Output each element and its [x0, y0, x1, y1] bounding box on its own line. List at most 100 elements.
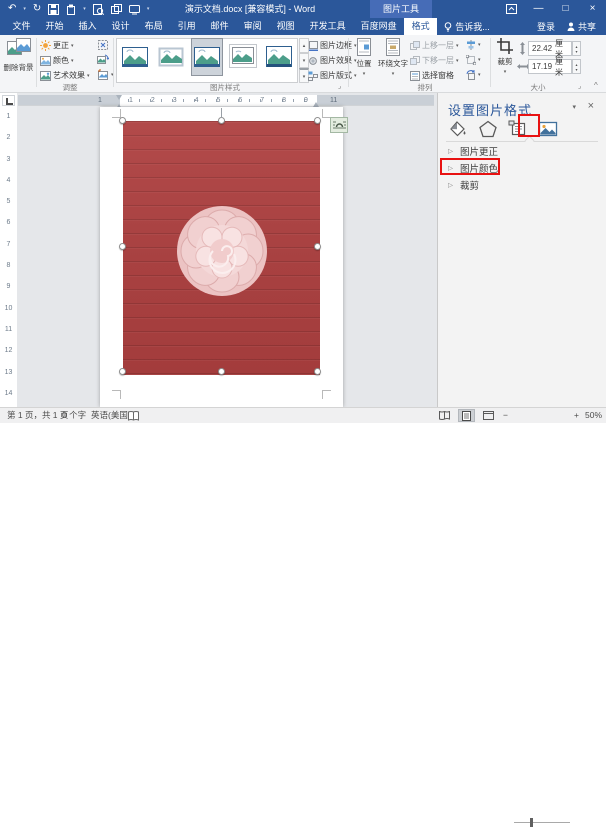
corrections-button[interactable]: 更正 ▾ — [40, 40, 74, 51]
picture-styles-dialog-launcher[interactable]: ⌟ — [338, 82, 341, 90]
zoom-slider-thumb[interactable] — [530, 818, 533, 827]
wrap-text-button[interactable]: 环绕文字 ▾ — [378, 38, 408, 77]
stamp-dropdown-icon[interactable]: ▾ — [83, 6, 86, 12]
print-preview-icon[interactable] — [92, 3, 104, 15]
hruler-num-0: 1 — [129, 97, 133, 104]
proofing-status-icon[interactable] — [128, 411, 139, 421]
word-count[interactable]: 0 个字 — [62, 408, 86, 423]
close-button[interactable]: × — [579, 0, 606, 18]
share-button[interactable]: 共享 — [567, 20, 596, 33]
artistic-effects-caret-icon: ▾ — [87, 72, 90, 79]
ribbon-tab-bar: 文件 开始 插入 设计 布局 引用 邮件 审阅 视图 开发工具 百度网盘 格式 告诉我... 登录 共… — [0, 18, 606, 35]
remove-background-button[interactable]: 删除背景 — [3, 38, 34, 73]
print-layout-button[interactable] — [458, 409, 475, 422]
zoom-level[interactable]: 50% — [585, 408, 602, 423]
resize-handle-middle-left[interactable] — [119, 243, 126, 250]
send-backward-button[interactable]: 下移一层 ▾ — [410, 55, 459, 66]
picture-layout-button[interactable]: 图片版式 ▾ — [308, 70, 357, 81]
selected-picture[interactable] — [119, 117, 321, 375]
remove-background-label: 删除背景 — [3, 63, 34, 72]
resize-handle-middle-right[interactable] — [314, 243, 321, 250]
picture-style-thumbnail-4[interactable] — [228, 39, 258, 75]
bring-forward-button[interactable]: 上移一层 ▾ — [410, 40, 459, 51]
tab-2[interactable]: 插入 — [71, 18, 104, 35]
collapse-ribbon-button[interactable]: ^ — [594, 81, 598, 90]
tab-8[interactable]: 视图 — [269, 18, 302, 35]
picture-style-thumbnail-1[interactable] — [120, 39, 150, 75]
resize-handle-top-left[interactable] — [119, 117, 126, 124]
tab-5[interactable]: 引用 — [170, 18, 203, 35]
fill-line-category-button[interactable] — [446, 118, 470, 139]
picture-style-thumbnail-5[interactable] — [264, 39, 294, 75]
pane-options-caret-icon[interactable]: ▾ — [572, 103, 576, 111]
group-objects-button[interactable]: ▾ — [466, 55, 481, 65]
section-picture-corrections[interactable]: ▷ 图片更正 — [448, 144, 498, 158]
size-dialog-launcher[interactable]: ⌟ — [578, 82, 581, 90]
picture-style-thumbnail-2[interactable] — [156, 39, 186, 75]
tell-me-box[interactable]: 告诉我... — [437, 18, 497, 35]
maximize-button[interactable]: □ — [552, 0, 579, 18]
layout-options-button[interactable] — [330, 117, 348, 133]
read-mode-button[interactable] — [436, 409, 453, 422]
section-picture-color[interactable]: ▷ 图片颜色 — [448, 161, 498, 175]
picture-style-thumbnail-3-selected[interactable] — [191, 38, 223, 76]
artistic-effects-icon — [40, 70, 51, 81]
change-picture-button[interactable] — [97, 54, 109, 66]
right-indent-marker[interactable] — [313, 99, 319, 107]
tab-10[interactable]: 百度网盘 — [353, 18, 404, 35]
rotate-objects-button[interactable]: ▾ — [466, 70, 481, 80]
web-layout-button[interactable] — [480, 409, 497, 422]
tab-4[interactable]: 布局 — [137, 18, 170, 35]
width-spinner[interactable]: ▴ ▾ — [572, 59, 581, 74]
tab-selector[interactable] — [2, 95, 15, 106]
layout-properties-category-button[interactable] — [506, 118, 530, 139]
undo-icon[interactable]: ↶ — [8, 0, 16, 18]
zoom-out-button[interactable]: − — [503, 408, 508, 423]
language-indicator[interactable]: 英语(美国) — [91, 408, 131, 423]
tab-6[interactable]: 邮件 — [203, 18, 236, 35]
resize-handle-bottom-left[interactable] — [119, 368, 126, 375]
picture-effects-button[interactable]: 图片效果 ▾ — [308, 55, 357, 66]
tab-0[interactable]: 文件 — [5, 18, 38, 35]
tab-9[interactable]: 开发工具 — [302, 18, 353, 35]
resize-handle-top-right[interactable] — [314, 117, 321, 124]
zoom-in-button[interactable]: + — [574, 408, 579, 423]
redo-icon[interactable]: ↻ — [33, 0, 41, 18]
ribbon-display-options-button[interactable] — [498, 0, 525, 18]
shape-height-field[interactable]: 22.42 厘米 — [528, 39, 572, 59]
height-spinner[interactable]: ▴ ▾ — [572, 41, 581, 56]
shape-width-field[interactable]: 17.19 厘米 — [528, 57, 572, 77]
position-button[interactable]: 位置 ▾ — [351, 38, 377, 77]
pane-close-icon[interactable]: × — [588, 100, 594, 112]
document-page[interactable] — [100, 107, 343, 407]
page-indicator[interactable]: 第 1 页，共 1 页 — [7, 408, 68, 423]
picture-category-button-selected[interactable] — [536, 118, 560, 139]
effects-category-button[interactable] — [476, 118, 500, 139]
picture-border-button[interactable]: 图片边框 ▾ — [308, 40, 357, 51]
reset-picture-button[interactable]: ▾ — [97, 69, 114, 81]
tab-1[interactable]: 开始 — [38, 18, 71, 35]
touch-mode-icon[interactable] — [128, 4, 140, 15]
tab-11[interactable]: 格式 — [404, 18, 438, 35]
undo-dropdown-icon[interactable]: ▾ — [23, 6, 26, 12]
color-button[interactable]: 颜色 ▾ — [40, 55, 74, 66]
stamp-icon[interactable] — [66, 4, 76, 15]
switch-windows-icon[interactable] — [110, 3, 122, 15]
align-button[interactable]: ▾ — [466, 40, 481, 50]
resize-handle-bottom-right[interactable] — [314, 368, 321, 375]
artistic-effects-button[interactable]: 艺术效果 ▾ — [40, 70, 90, 81]
selection-pane-button[interactable]: 选择窗格 — [410, 70, 454, 81]
minimize-button[interactable]: — — [525, 0, 552, 18]
horizontal-ruler[interactable]: 1 1 2 3 4 5 6 7 8 9 11 — [18, 95, 434, 109]
sign-in-link[interactable]: 登录 — [537, 20, 555, 33]
tab-7[interactable]: 审阅 — [236, 18, 269, 35]
zoom-slider-track[interactable] — [514, 822, 570, 823]
vertical-ruler[interactable]: 1 2 3 4 5 6 7 8 9 10 11 12 13 14 — [2, 107, 15, 403]
resize-handle-bottom-center[interactable] — [218, 368, 225, 375]
compress-pictures-button[interactable] — [97, 39, 109, 51]
tab-3[interactable]: 设计 — [104, 18, 137, 35]
save-icon[interactable] — [48, 3, 60, 15]
section-crop[interactable]: ▷ 裁剪 — [448, 178, 479, 192]
crop-button[interactable]: 裁剪 ▾ — [493, 38, 517, 75]
resize-handle-top-center[interactable] — [218, 117, 225, 124]
